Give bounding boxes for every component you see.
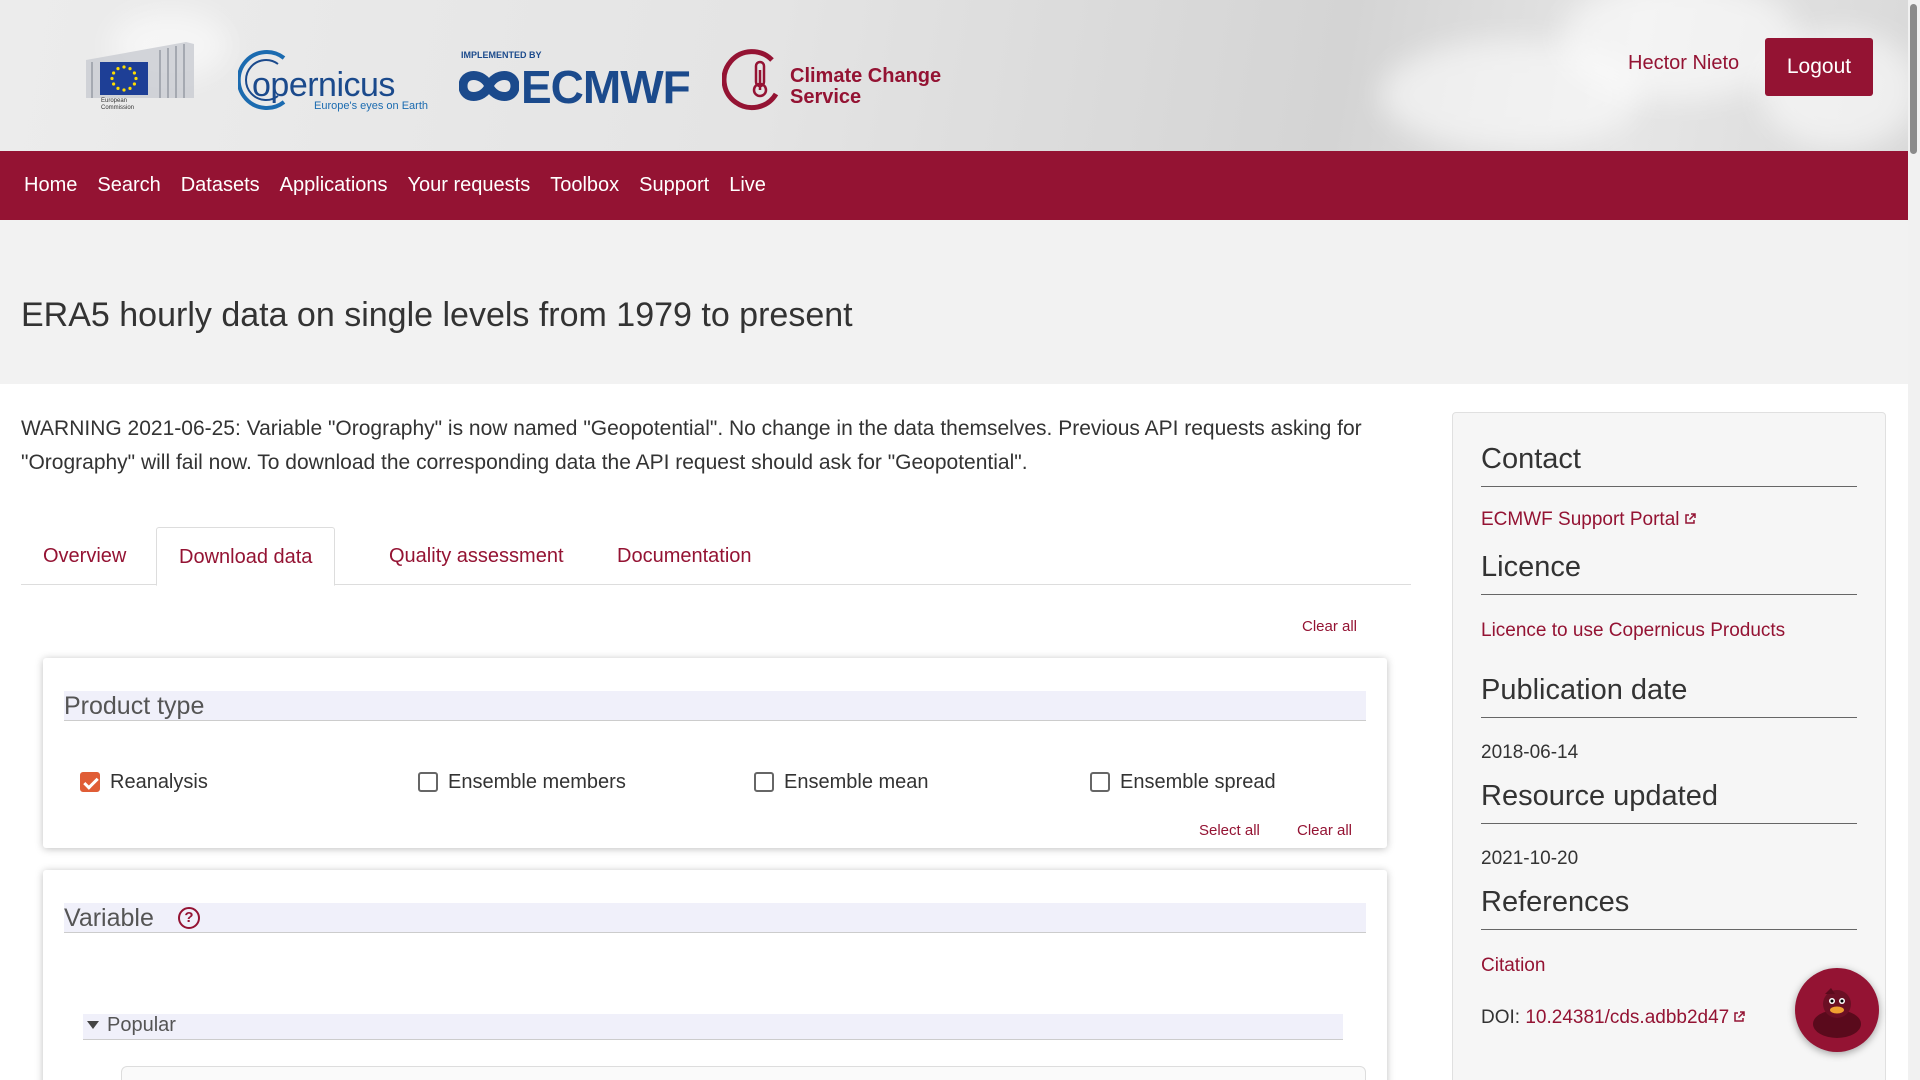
logout-button[interactable]: Logout [1765,38,1873,96]
doi-row: DOI: 10.24381/cds.adbb2d47 [1481,1007,1746,1029]
publication-date-heading: Publication date [1481,674,1857,718]
ensemble-spread-checkbox[interactable] [1090,772,1110,792]
tab-overview[interactable]: Overview [21,527,148,585]
ccs-wordmark: Climate Change Service [790,66,941,108]
help-icon[interactable]: ? [178,907,200,929]
product-type-header: Product type [64,691,1366,721]
ccs-line-1: Climate Change [790,65,942,87]
option-ensemble-mean[interactable]: Ensemble mean [754,769,929,795]
option-ensemble-spread[interactable]: Ensemble spread [1090,769,1276,795]
ensemble-members-checkbox[interactable] [418,772,438,792]
ecmwf-logo[interactable]: IMPLEMENTED BY ECMWF [459,50,695,113]
nav-toolbox[interactable]: Toolbox [550,174,619,197]
scrollbar-thumb[interactable] [1910,4,1917,154]
chatbot-button[interactable] [1795,968,1879,1052]
clear-all-link[interactable]: Clear all [1297,822,1352,839]
climate-change-service-logo[interactable]: Climate Change Service [722,44,952,114]
ensemble-mean-checkbox[interactable] [754,772,774,792]
european-commission-logo[interactable]: European Commission [76,36,198,124]
product-type-panel: Product type Reanalysis Ensemble members… [43,658,1387,848]
main-navigation: Home Search Datasets Applications Your r… [0,151,1908,220]
clear-all-form-link[interactable]: Clear all [1302,618,1357,635]
ecmwf-support-portal-link[interactable]: ECMWF Support Portal [1481,509,1696,531]
contact-heading: Contact [1481,443,1857,487]
nav-live[interactable]: Live [729,174,766,197]
copernicus-tagline: Europe's eyes on Earth [314,100,429,112]
page-scrollbar[interactable] [1908,0,1920,1080]
user-profile-link[interactable]: Hector Nieto [1628,52,1739,75]
popular-group-toggle[interactable]: Popular [83,1014,1343,1040]
thermometer-cloud-icon [722,49,779,111]
dataset-tabs: Overview Download data Quality assessmen… [21,527,1411,586]
citation-link[interactable]: Citation [1481,955,1545,977]
nav-your-requests[interactable]: Your requests [408,174,531,197]
variable-header: Variable ? [64,903,1366,933]
variable-options-box [121,1066,1366,1080]
reanalysis-checkbox[interactable] [80,772,100,792]
licence-heading: Licence [1481,551,1857,595]
ecmwf-implemented-label: IMPLEMENTED BY [461,50,542,60]
product-type-title: Product type [64,692,205,720]
ecmwf-wordmark: ECMWF [521,61,691,113]
doi-label: DOI: [1481,1007,1526,1028]
nav-datasets[interactable]: Datasets [181,174,260,197]
licence-link[interactable]: Licence to use Copernicus Products [1481,620,1785,642]
warning-notice: WARNING 2021-06-25: Variable "Orography"… [21,417,1362,474]
duck-mascot-icon [1813,988,1861,1038]
variable-panel: Variable ? Popular [43,870,1387,1080]
eu-flag-icon [100,62,148,95]
option-reanalysis[interactable]: Reanalysis [80,769,208,795]
variable-title: Variable [64,904,154,932]
nav-home[interactable]: Home [24,174,77,197]
publication-date-value: 2018-06-14 [1481,742,1579,763]
external-link-icon [1734,1011,1746,1022]
option-label: Ensemble members [448,770,626,793]
eu-caption: European Commission [101,98,135,111]
popular-label: Popular [107,1014,176,1036]
option-label: Ensemble spread [1120,770,1276,793]
ecmwf-symbol-icon [459,71,519,101]
page-title: ERA5 hourly data on single levels from 1… [21,296,853,334]
doi-link[interactable]: 10.24381/cds.adbb2d47 [1525,1007,1746,1028]
nav-search[interactable]: Search [97,174,160,197]
caret-down-icon [87,1021,99,1029]
tab-download-data[interactable]: Download data [156,527,336,586]
doi-value: 10.24381/cds.adbb2d47 [1525,1007,1730,1028]
references-heading: References [1481,886,1857,930]
ccs-line-2: Service [790,86,862,108]
external-link-icon [1684,513,1696,524]
site-header: European Commission opernicus Europe's e… [0,0,1908,151]
select-all-link[interactable]: Select all [1199,822,1260,839]
link-label: ECMWF Support Portal [1481,509,1680,530]
option-label: Reanalysis [110,770,208,793]
tab-quality-assessment[interactable]: Quality assessment [367,527,586,585]
resource-updated-value: 2021-10-20 [1481,848,1579,869]
option-ensemble-members[interactable]: Ensemble members [418,769,626,795]
option-label: Ensemble mean [784,770,929,793]
nav-applications[interactable]: Applications [280,174,388,197]
title-band: ERA5 hourly data on single levels from 1… [0,220,1908,384]
nav-support[interactable]: Support [639,174,709,197]
resource-updated-heading: Resource updated [1481,780,1857,824]
tab-documentation[interactable]: Documentation [595,527,774,585]
copernicus-logo[interactable]: opernicus Europe's eyes on Earth [238,44,428,116]
